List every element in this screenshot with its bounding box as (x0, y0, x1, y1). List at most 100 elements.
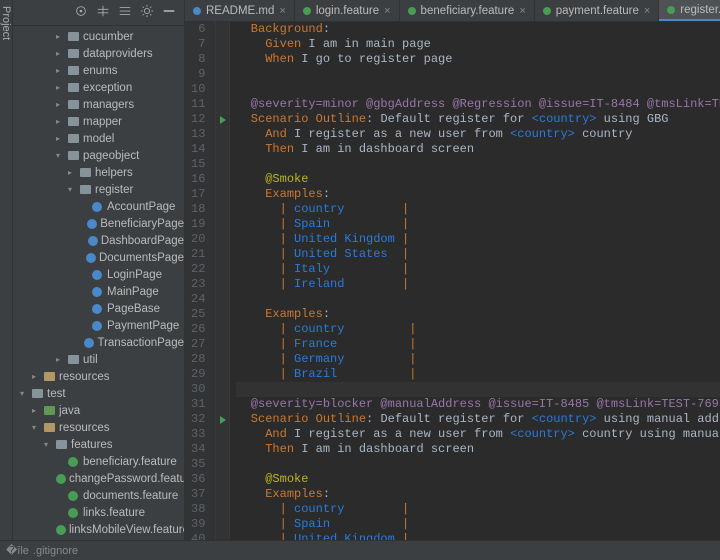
line-number[interactable]: 19 (191, 217, 205, 232)
gutter-slot[interactable] (216, 37, 229, 52)
gutter-slot[interactable] (216, 22, 229, 37)
run-icon[interactable] (220, 116, 226, 124)
gutter-slot[interactable] (216, 397, 229, 412)
tree-arrow-icon[interactable]: ▾ (53, 151, 63, 161)
gutter-slot[interactable] (216, 352, 229, 367)
gutter-slot[interactable] (216, 427, 229, 442)
line-number[interactable]: 32 (191, 412, 205, 427)
gutter-slot[interactable] (216, 472, 229, 487)
gear-icon[interactable] (140, 4, 154, 21)
line-number[interactable]: 21 (191, 247, 205, 262)
code-line[interactable] (236, 67, 720, 82)
gutter-slot[interactable] (216, 97, 229, 112)
gutter-slot[interactable] (216, 412, 229, 427)
tree-arrow-icon[interactable]: ▸ (65, 168, 75, 178)
line-number[interactable]: 38 (191, 502, 205, 517)
line-number[interactable]: 13 (191, 127, 205, 142)
editor-tab[interactable]: payment.feature× (535, 0, 660, 21)
tree-row[interactable]: documents.feature (13, 487, 184, 504)
editor-tab[interactable]: README.md× (185, 0, 295, 21)
tree-arrow-icon[interactable] (77, 287, 87, 297)
gutter-slot[interactable] (216, 172, 229, 187)
code-line[interactable]: | United Kingdom | (236, 232, 720, 247)
line-number[interactable]: 39 (191, 517, 205, 532)
tree-row[interactable]: ▸java (13, 402, 184, 419)
line-number[interactable]: 15 (191, 157, 205, 172)
code-line[interactable]: Then I am in dashboard screen (236, 142, 720, 157)
tree-arrow-icon[interactable]: ▾ (29, 423, 39, 433)
gutter-slot[interactable] (216, 232, 229, 247)
gutter-slot[interactable] (216, 487, 229, 502)
line-number[interactable]: 26 (191, 322, 205, 337)
tree-row[interactable]: ▸managers (13, 96, 184, 113)
expand-all-icon[interactable] (96, 4, 110, 21)
line-number[interactable]: 8 (191, 52, 205, 67)
tree-arrow-icon[interactable]: ▸ (53, 117, 63, 127)
code-line[interactable]: @severity=minor @gbgAddress @Regression … (236, 97, 720, 112)
tree-row[interactable]: ▸exception (13, 79, 184, 96)
editor[interactable]: 6789101112131415161718192021222324252627… (185, 22, 720, 540)
code-line[interactable]: Examples: (236, 187, 720, 202)
line-number[interactable]: 7 (191, 37, 205, 52)
tree-arrow-icon[interactable]: ▾ (17, 389, 27, 399)
code-line[interactable] (236, 157, 720, 172)
code-line[interactable]: Then I am in dashboard screen (236, 442, 720, 457)
editor-tab[interactable]: beneficiary.feature× (400, 0, 535, 21)
tree-row[interactable]: MainPage (13, 283, 184, 300)
code-line[interactable]: | Spain | (236, 517, 720, 532)
close-icon[interactable]: × (384, 5, 390, 17)
code-line[interactable]: | United Kingdom | (236, 532, 720, 540)
tree-arrow-icon[interactable]: ▸ (53, 32, 63, 42)
code-line[interactable]: Examples: (236, 487, 720, 502)
scroll-from-source-icon[interactable] (74, 4, 88, 21)
gutter-slot[interactable] (216, 502, 229, 517)
tree-arrow-icon[interactable]: ▾ (65, 185, 75, 195)
tree-row[interactable]: ▾test (13, 385, 184, 402)
gutter-slot[interactable] (216, 217, 229, 232)
tree-arrow-icon[interactable] (77, 338, 81, 348)
tree-row[interactable]: ▸model (13, 130, 184, 147)
tree-arrow-icon[interactable] (77, 236, 84, 246)
line-number[interactable]: 12 (191, 112, 205, 127)
line-number[interactable]: 22 (191, 262, 205, 277)
gutter-slot[interactable] (216, 457, 229, 472)
tree-arrow-icon[interactable] (77, 219, 84, 229)
code-line[interactable]: @Smoke (236, 472, 720, 487)
code-line[interactable]: And I register as a new user from <count… (236, 127, 720, 142)
line-number[interactable]: 23 (191, 277, 205, 292)
editor-tab[interactable]: register.feature× (659, 0, 720, 21)
tree-row[interactable]: links.feature (13, 504, 184, 521)
code-line[interactable]: Examples: (236, 307, 720, 322)
tree-arrow-icon[interactable] (53, 457, 63, 467)
tree-row[interactable]: beneficiary.feature (13, 453, 184, 470)
line-number[interactable]: 31 (191, 397, 205, 412)
tree-row[interactable]: BeneficiaryPage (13, 215, 184, 232)
code-line[interactable] (236, 292, 720, 307)
tree-arrow-icon[interactable]: ▸ (53, 83, 63, 93)
tree-row[interactable]: LoginPage (13, 266, 184, 283)
editor-tab[interactable]: login.feature× (295, 0, 400, 21)
gutter-slot[interactable] (216, 157, 229, 172)
gutter-slot[interactable] (216, 112, 229, 127)
gutter-slot[interactable] (216, 67, 229, 82)
code-line[interactable]: | France | (236, 337, 720, 352)
code-line[interactable]: Scenario Outline: Default register for <… (236, 412, 720, 427)
line-number[interactable]: 17 (191, 187, 205, 202)
gutter-slot[interactable] (216, 247, 229, 262)
code-line[interactable]: Scenario Outline: Default register for <… (236, 112, 720, 127)
tree-row[interactable]: ▸mapper (13, 113, 184, 130)
project-tool-rail[interactable]: Project (0, 0, 13, 540)
code-line[interactable]: | Spain | (236, 217, 720, 232)
line-gutter[interactable]: 6789101112131415161718192021222324252627… (185, 22, 216, 540)
tree-row[interactable]: ▾register (13, 181, 184, 198)
code-line[interactable]: Background: (236, 22, 720, 37)
line-number[interactable]: 27 (191, 337, 205, 352)
line-number[interactable]: 6 (191, 22, 205, 37)
tree-row[interactable]: linksMobileView.feature (13, 521, 184, 538)
line-number[interactable]: 40 (191, 532, 205, 540)
run-icon[interactable] (220, 416, 226, 424)
tree-arrow-icon[interactable] (77, 270, 87, 280)
code-line[interactable]: @Smoke (236, 172, 720, 187)
tree-row[interactable]: PaymentPage (13, 317, 184, 334)
gutter-slot[interactable] (216, 517, 229, 532)
